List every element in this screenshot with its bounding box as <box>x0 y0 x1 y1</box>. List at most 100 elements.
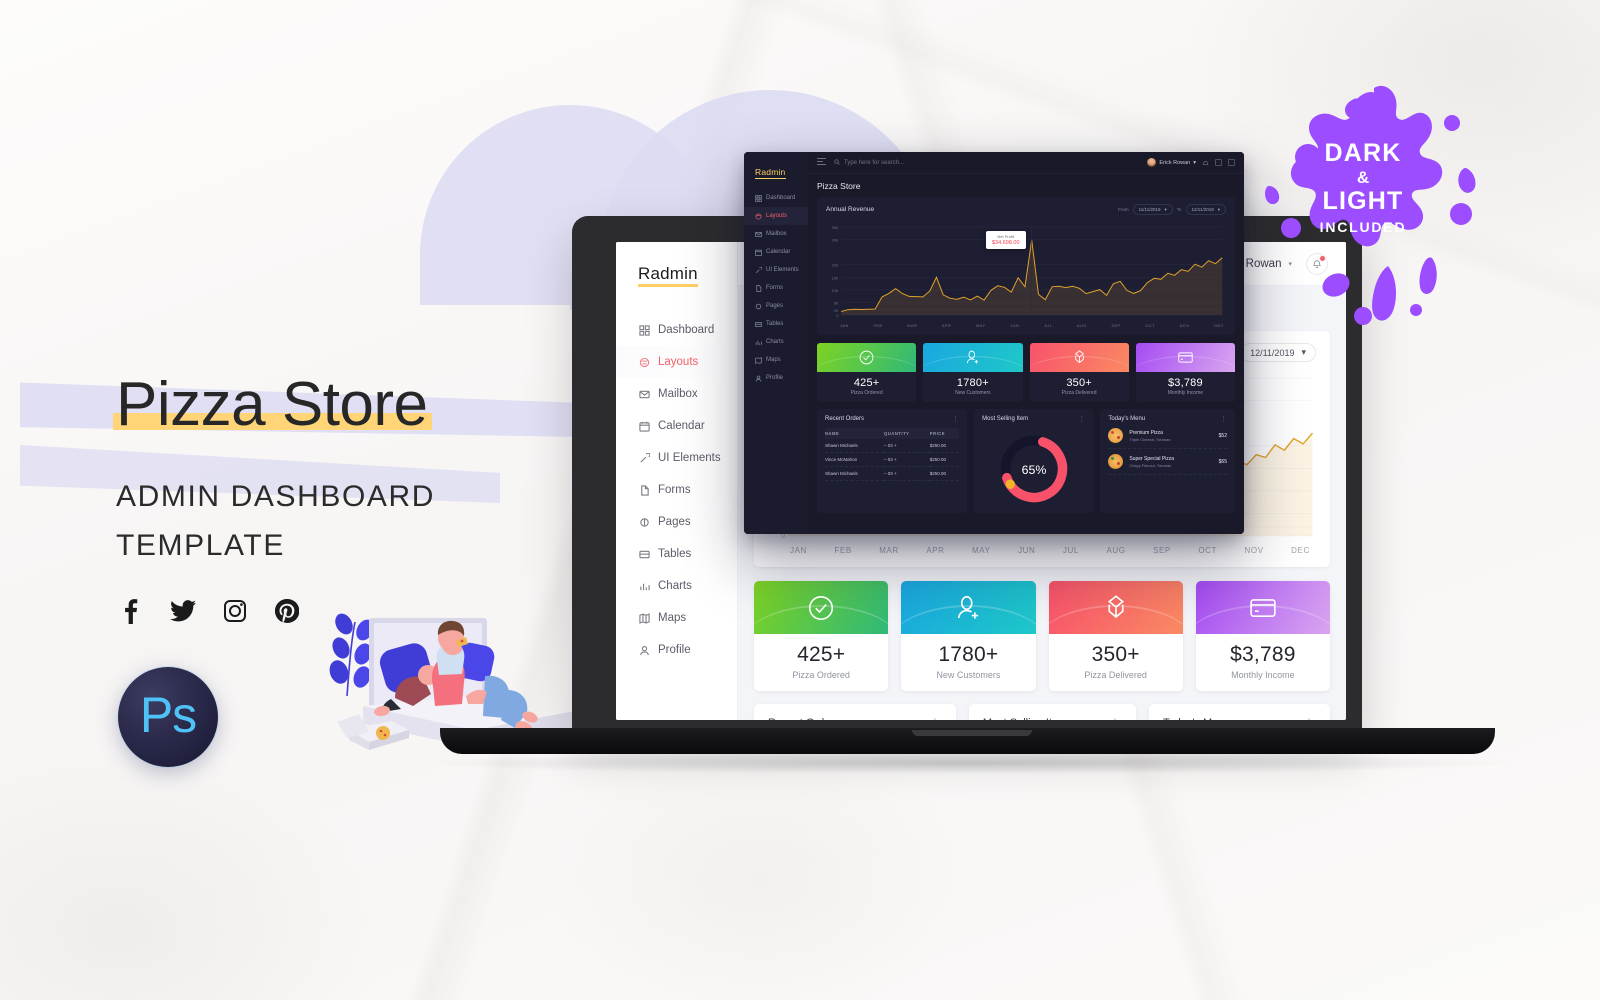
sidebar-item-maps[interactable]: Maps <box>616 602 737 634</box>
stat-card-pizza-ordered[interactable]: 425+ Pizza Ordered <box>754 581 889 691</box>
dark-stat-card-monthly-income[interactable]: $3,789 Monthly Income <box>1135 343 1235 402</box>
sidebar-label: Charts <box>658 580 692 592</box>
menu-item[interactable]: Premium Pizza Triple Cheese, Sezwan $52 <box>1108 423 1227 449</box>
laptop-shadow <box>422 752 1512 774</box>
stat-card-new-customers[interactable]: 1780+ New Customers <box>901 581 1036 691</box>
hero-subtitle-line2: TEMPLATE <box>116 528 285 562</box>
y-axis-tick-label: 15K <box>832 275 839 280</box>
dark-user-menu[interactable]: Erick Rowan ▾ <box>1147 158 1196 167</box>
more-options-icon[interactable]: ⋮ <box>1303 716 1316 720</box>
sidebar-item-profile[interactable]: Profile <box>616 634 737 666</box>
pinterest-icon[interactable] <box>272 596 302 626</box>
cell-quantity[interactable]: – 03 + <box>884 452 930 467</box>
menu-item-desc: Crispy Flavour, Sezwan <box>1129 462 1172 468</box>
dark-sidebar-item-maps[interactable]: Maps <box>744 351 808 369</box>
stat-label: Pizza Delivered <box>1084 670 1147 680</box>
search-input[interactable]: Type here for search... <box>834 158 1139 167</box>
instagram-icon[interactable] <box>220 596 250 626</box>
maximize-window-button[interactable] <box>1215 159 1222 166</box>
dark-menu-toggle-icon[interactable] <box>817 158 826 167</box>
menu-item-name: Super Special Pizza <box>1129 455 1175 462</box>
dark-sidebar-item-pages[interactable]: Pages <box>744 297 808 315</box>
menu-item-price: $65 <box>1218 458 1227 465</box>
stat-card-header <box>1195 581 1330 634</box>
sidebar-label: Dashboard <box>658 324 715 336</box>
light-brand-label: Radmin <box>638 264 698 287</box>
panel-header: Today's Menu ⋮ <box>1108 415 1227 423</box>
sidebar-item-calendar[interactable]: Calendar <box>616 410 737 442</box>
panel-header: Recent Orders ⋮ <box>768 716 942 720</box>
dark-sidebar-item-charts[interactable]: Charts <box>744 333 808 351</box>
dark-sidebar-item-ui-elements[interactable]: UI Elements <box>744 261 808 279</box>
more-options-icon[interactable]: ⋮ <box>1078 415 1085 423</box>
tooltip-value: $34,698.00 <box>992 240 1020 246</box>
dark-stat-card-new-customers[interactable]: 1780+ New Customers <box>923 343 1023 402</box>
stat-card-pizza-delivered[interactable]: 350+ Pizza Delivered <box>1048 581 1183 691</box>
panel-title: Most Selling Item <box>982 416 1029 422</box>
bar-chart-icon <box>755 339 762 346</box>
dark-sidebar-nav: Dashboard Layouts Mailbox Calendar UI El… <box>744 189 808 387</box>
close-window-button[interactable] <box>1228 159 1235 166</box>
month-tick-label: MAR <box>879 546 899 555</box>
dark-date-range: From 11/11/2019 ▾ To 12/11/2019 ▾ <box>1118 204 1226 215</box>
y-axis-tick-label: 20K <box>832 263 839 268</box>
pages-icon <box>638 516 650 528</box>
sidebar-label: Forms <box>658 484 691 496</box>
menu-item-text: Premium Pizza Triple Cheese, Sezwan <box>1129 430 1212 442</box>
table-row: Vince McMahon – 03 + $250.00 <box>825 452 960 467</box>
more-options-icon[interactable]: ⋮ <box>1109 716 1122 720</box>
light-bottom-panels: Recent Orders ⋮ Most Selling Item ⋮ <box>754 704 1330 720</box>
dark-sidebar-item-tables[interactable]: Tables <box>744 315 808 333</box>
col-name: NAME <box>825 428 885 439</box>
calendar-icon <box>755 249 762 256</box>
dark-sidebar-item-layouts[interactable]: Layouts <box>744 207 808 225</box>
more-options-icon[interactable]: ⋮ <box>929 716 942 720</box>
dark-sidebar-item-mailbox[interactable]: Mailbox <box>744 225 808 243</box>
dark-topbar-right: Erick Rowan ▾ <box>1147 154 1235 172</box>
sidebar-item-charts[interactable]: Charts <box>616 570 737 602</box>
month-tick-label: MAR <box>907 323 918 328</box>
sidebar-item-layouts[interactable]: Layouts <box>616 346 737 378</box>
sidebar-item-dashboard[interactable]: Dashboard <box>616 314 737 346</box>
stat-card-monthly-income[interactable]: $3,789 Monthly Income <box>1195 581 1330 691</box>
stat-label: Monthly Income <box>1167 390 1204 396</box>
more-options-icon[interactable]: ⋮ <box>952 415 959 423</box>
more-options-icon[interactable]: ⋮ <box>1220 415 1227 423</box>
cell-quantity[interactable]: – 03 + <box>884 466 930 481</box>
calendar-icon <box>638 420 650 432</box>
cell-name: Shawn Michaels <box>825 439 885 453</box>
to-date-select[interactable]: 12/11/2019 ▾ <box>1185 204 1226 215</box>
dark-sidebar-item-forms[interactable]: Forms <box>744 279 808 297</box>
sidebar-item-ui-elements[interactable]: UI Elements <box>616 442 737 474</box>
table-row: Shawn Michaels – 03 + $250.00 <box>825 466 960 481</box>
menu-item[interactable]: Super Special Pizza Crispy Flavour, Sezw… <box>1108 449 1227 475</box>
to-date-select[interactable]: 12/11/2019 ▾ <box>1240 343 1316 362</box>
month-tick-label: OCT <box>1145 323 1155 328</box>
dark-page-title: Pizza Store <box>817 181 861 191</box>
dark-stat-card-pizza-ordered[interactable]: 425+ Pizza Ordered <box>817 343 917 402</box>
layers-icon <box>755 212 762 220</box>
sidebar-label: Calendar <box>658 420 705 432</box>
month-tick-label: SEP <box>1153 546 1171 555</box>
panel-header: Recent Orders ⋮ <box>825 415 959 423</box>
light-todays-menu-panel: Today's Menu ⋮ <box>1148 704 1330 720</box>
sidebar-label: Pages <box>658 516 691 528</box>
cell-quantity[interactable]: – 03 + <box>884 439 930 453</box>
dark-sidebar-item-dashboard[interactable]: Dashboard <box>744 189 808 207</box>
facebook-icon[interactable] <box>116 596 146 626</box>
photoshop-badge-label: Ps <box>139 687 197 743</box>
sidebar-item-pages[interactable]: Pages <box>616 506 737 538</box>
month-tick-label: OCT <box>1198 546 1218 555</box>
panel-title: Most Selling Item <box>983 717 1067 720</box>
from-date-select[interactable]: 11/11/2019 ▾ <box>1132 204 1173 215</box>
cell-name: Shawn Michaels <box>825 466 885 481</box>
dark-stat-card-pizza-delivered[interactable]: 350+ Pizza Delivered <box>1029 343 1129 402</box>
twitter-icon[interactable] <box>168 596 198 626</box>
sidebar-item-tables[interactable]: Tables <box>616 538 737 570</box>
dark-sidebar-item-profile[interactable]: Profile <box>744 369 808 387</box>
dark-notifications-bell-icon[interactable] <box>1202 154 1209 172</box>
sidebar-item-forms[interactable]: Forms <box>616 474 737 506</box>
dark-sidebar-item-calendar[interactable]: Calendar <box>744 243 808 261</box>
sidebar-item-mailbox[interactable]: Mailbox <box>616 378 737 410</box>
dark-recent-orders-panel: Recent Orders ⋮ NAME QUANTITY PRICE Shaw… <box>817 409 968 513</box>
